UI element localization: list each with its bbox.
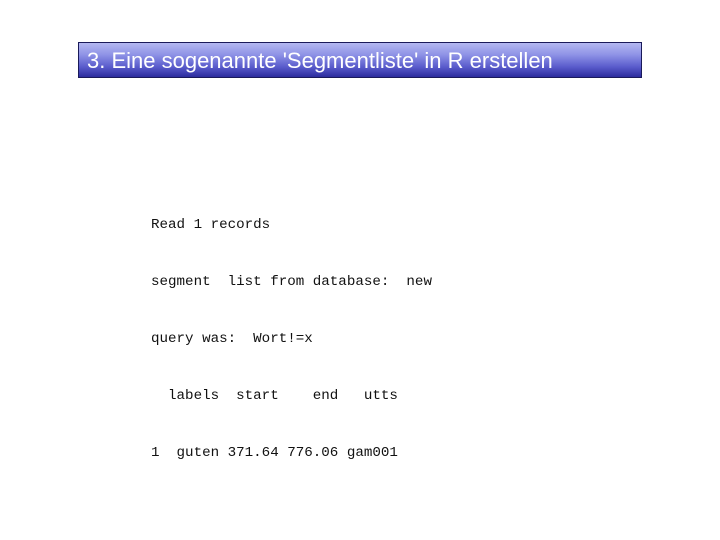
r-console-output: Read 1 records segment list from databas… bbox=[151, 178, 432, 482]
slide-title-banner: 3. Eine sogenannte 'Segmentliste' in R e… bbox=[78, 42, 642, 78]
slide-title: 3. Eine sogenannte 'Segmentliste' in R e… bbox=[87, 48, 553, 73]
console-line-read-records: Read 1 records bbox=[151, 217, 271, 233]
console-line-query: query was: Wort!=x bbox=[151, 331, 313, 347]
console-line-segment-list: segment list from database: new bbox=[151, 274, 432, 290]
segment-table-header: labels start end utts bbox=[151, 388, 398, 404]
segment-table-row: 1 guten 371.64 776.06 gam001 bbox=[151, 445, 398, 461]
